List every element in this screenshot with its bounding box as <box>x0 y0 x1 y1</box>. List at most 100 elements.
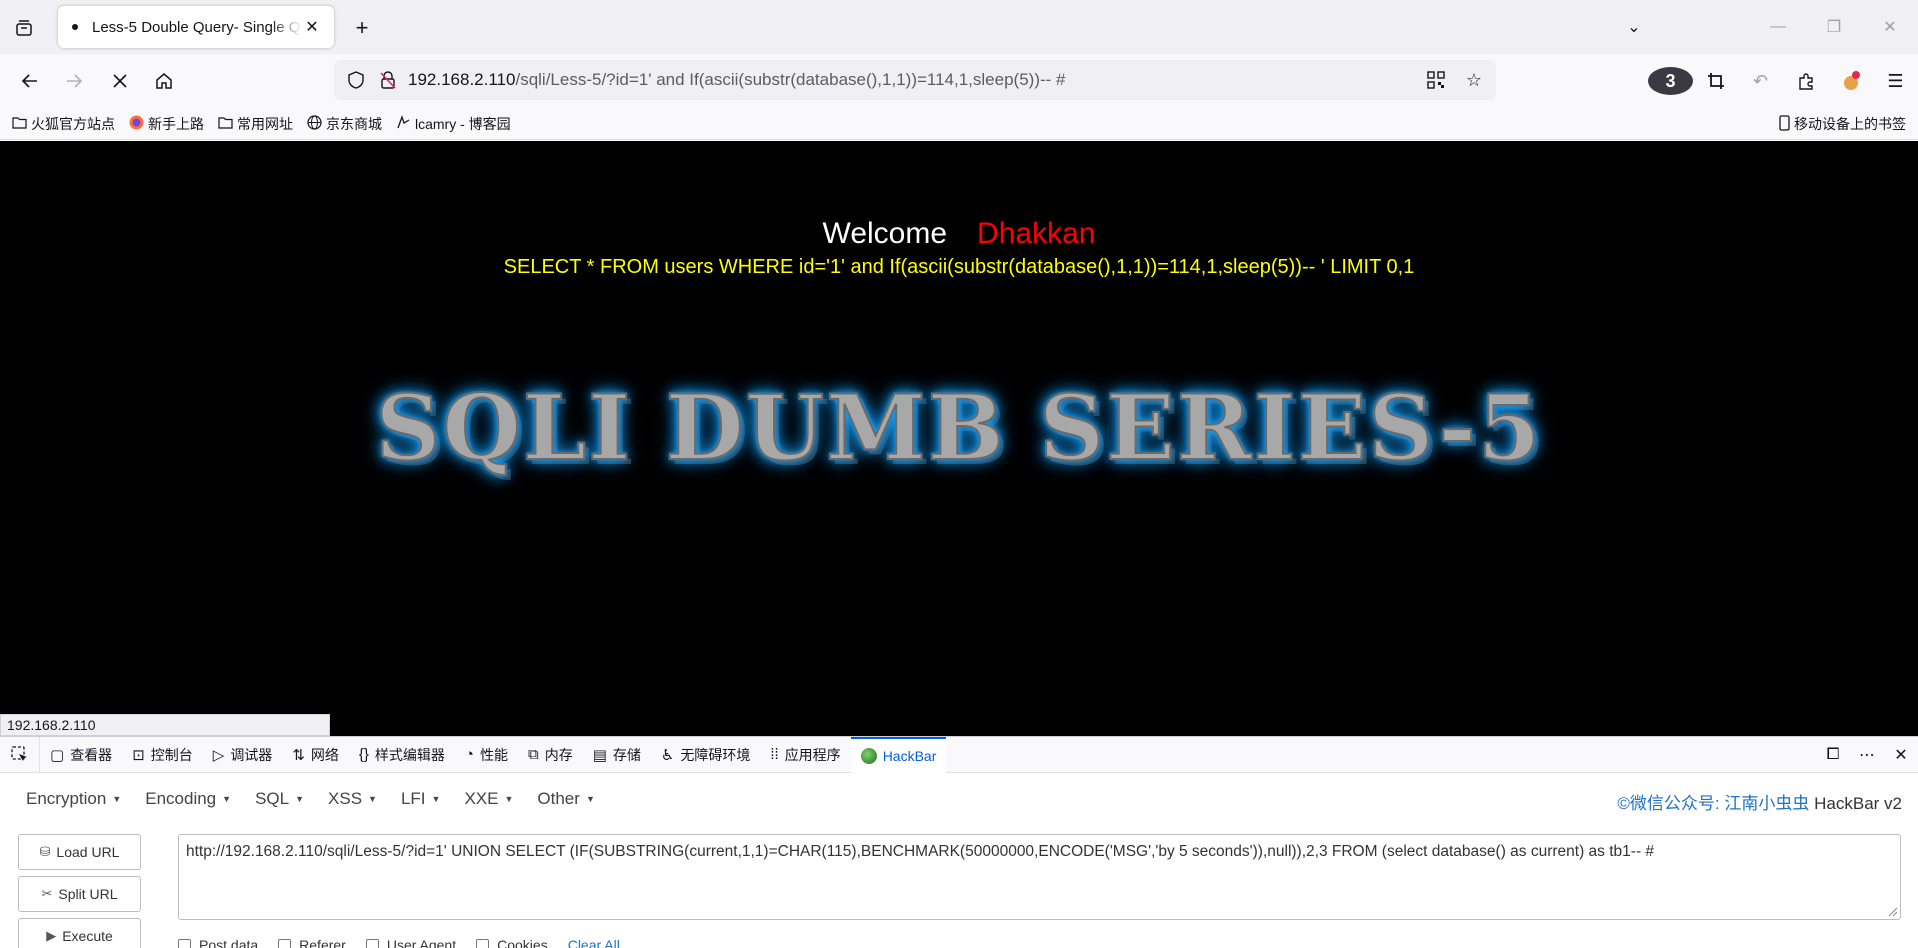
tab-accessibility[interactable]: ♿ 无障碍环境 <box>651 737 760 773</box>
extension-avatar-icon[interactable] <box>1828 67 1873 95</box>
user-agent-checkbox[interactable]: User Agent <box>365 937 457 948</box>
url-textarea-value: http://192.168.2.110/sqli/Less-5/?id=1' … <box>186 843 1655 860</box>
resize-handle-icon[interactable] <box>1886 905 1898 917</box>
bookmark-item[interactable]: 常用网址 <box>218 114 293 134</box>
window-controls: ⌄ — ❐ ✕ <box>1614 0 1918 54</box>
tab-inspector[interactable]: ▢ 查看器 <box>40 737 122 773</box>
puzzle-icon[interactable] <box>1783 67 1828 95</box>
devtools-actions: ⧠ ⋯ ✕ <box>1816 737 1918 773</box>
navigation-toolbar: 192.168.2.110/sqli/Less-5/?id=1' and If(… <box>0 54 1918 108</box>
tab-debugger[interactable]: ▷ 调试器 <box>203 737 283 773</box>
menu-encoding[interactable]: Encoding ▼ <box>133 789 243 809</box>
clear-all-link[interactable]: Clear All <box>568 937 620 948</box>
memory-icon: ⧉ <box>527 746 539 763</box>
crop-icon[interactable] <box>1693 67 1738 95</box>
menu-icon[interactable]: ☰ <box>1873 67 1918 95</box>
menu-sql[interactable]: SQL ▼ <box>243 789 316 809</box>
referer-checkbox[interactable]: Referer <box>278 937 346 948</box>
brand-name: HackBar v2 <box>1814 794 1902 813</box>
menu-label: Encoding <box>145 789 217 808</box>
address-bar[interactable]: 192.168.2.110/sqli/Less-5/?id=1' and If(… <box>334 60 1496 100</box>
load-icon: ⛁ <box>39 844 51 859</box>
tab-label: 调试器 <box>230 746 273 763</box>
braces-icon: {} <box>358 746 369 763</box>
menu-encryption[interactable]: Encryption ▼ <box>14 789 133 809</box>
home-icon[interactable] <box>150 67 178 95</box>
tab-hackbar[interactable]: HackBar <box>850 736 947 773</box>
active-tab[interactable]: Less-5 Double Query- Single Quotes- Stri… <box>58 6 334 48</box>
bookmark-star-icon[interactable]: ☆ <box>1462 68 1486 92</box>
checkbox-box[interactable] <box>476 938 490 948</box>
tab-overview-icon[interactable] <box>10 14 38 42</box>
menu-xss[interactable]: XSS ▼ <box>316 789 389 809</box>
caret-down-icon: ▼ <box>585 794 595 804</box>
more-options-icon[interactable]: ⋯ <box>1850 745 1884 765</box>
menu-label: SQL <box>255 789 290 808</box>
series-banner: SQLI DUMB SERIES-5 <box>374 374 1543 482</box>
tab-style-editor[interactable]: {} 样式编辑器 <box>349 737 455 773</box>
tab-strip: Less-5 Double Query- Single Quotes- Stri… <box>0 0 1918 54</box>
back-icon[interactable] <box>16 67 44 95</box>
menu-label: LFI <box>400 789 426 808</box>
menu-lfi[interactable]: LFI ▼ <box>389 789 452 809</box>
mobile-bookmarks[interactable]: 移动设备上的书签 <box>1779 114 1906 134</box>
checkbox-box[interactable] <box>178 938 191 948</box>
bookmark-label: lcamry - 博客园 <box>415 115 511 132</box>
tab-close-icon[interactable]: ✕ <box>302 17 322 37</box>
checkbox-box[interactable] <box>365 938 379 948</box>
caret-down-icon: ▼ <box>368 794 377 804</box>
menu-xxe[interactable]: XXE ▼ <box>452 789 525 809</box>
menu-label: XSS <box>328 789 363 808</box>
hackbar-icon <box>860 747 877 764</box>
forward-icon[interactable] <box>60 67 88 95</box>
tab-network[interactable]: ⇅ 网络 <box>282 737 349 773</box>
shield-icon[interactable] <box>344 68 368 92</box>
insecure-lock-icon[interactable] <box>376 68 400 92</box>
hackbar-options: Post data Referer User Agent Cookies Cle… <box>178 937 620 948</box>
brand-link[interactable]: ©微信公众号: 江南小虫虫 <box>1617 794 1809 813</box>
load-url-button[interactable]: ⛁ Load URL <box>18 834 141 870</box>
undo-icon[interactable]: ↶ <box>1738 67 1783 95</box>
welcome-text: Welcome <box>822 217 948 250</box>
minimize-icon[interactable]: — <box>1750 18 1806 36</box>
execute-button[interactable]: ▶ Execute <box>18 918 141 948</box>
post-data-checkbox[interactable]: Post data <box>178 937 258 948</box>
devtools-tabs: ▢ 查看器 ⊡ 控制台 ▷ 调试器 ⇅ 网络 {} 样式编辑器 ◔ 性能 ⧉ 内存 ▤ 存储 ♿… <box>0 736 1918 773</box>
url-textarea[interactable]: http://192.168.2.110/sqli/Less-5/?id=1' … <box>178 834 1901 920</box>
menu-label: Other <box>537 789 580 808</box>
dock-icon[interactable]: ⧠ <box>1816 746 1850 764</box>
bookmark-item[interactable]: 新手上路 <box>129 114 204 134</box>
page-content: Welcome Dhakkan SELECT * FROM users WHERE… <box>0 141 1918 736</box>
tab-performance[interactable]: ◔ 性能 <box>455 737 518 773</box>
restore-icon[interactable]: ❐ <box>1806 17 1862 37</box>
tab-title: Less-5 Double Query- Single Quotes- Stri… <box>92 18 302 36</box>
tab-storage[interactable]: ▤ 存储 <box>583 737 651 773</box>
url-host: 192.168.2.110 <box>408 70 516 89</box>
mobile-bookmarks-label: 移动设备上的书签 <box>1794 116 1906 132</box>
tab-console[interactable]: ⊡ 控制台 <box>122 737 203 773</box>
tab-label: 内存 <box>544 746 573 763</box>
close-devtools-icon[interactable]: ✕ <box>1884 745 1918 765</box>
tab-application[interactable]: ⁞⁞ 应用程序 <box>760 737 850 773</box>
caret-down-icon: ▼ <box>112 794 122 804</box>
menu-other[interactable]: Other ▼ <box>525 789 606 809</box>
checkbox-label: User Agent <box>386 937 457 948</box>
tab-memory[interactable]: ⧉ 内存 <box>518 737 583 773</box>
qr-code-icon[interactable] <box>1424 68 1448 92</box>
list-all-tabs-icon[interactable]: ⌄ <box>1614 17 1654 37</box>
checkbox-box[interactable] <box>278 938 292 948</box>
bookmark-item[interactable]: 火狐官方站点 <box>12 114 115 134</box>
new-tab-icon[interactable]: + <box>348 14 376 42</box>
gauge-icon: ◔ <box>464 746 474 763</box>
caret-down-icon: ▼ <box>295 794 305 804</box>
close-window-icon[interactable]: ✕ <box>1862 17 1918 37</box>
bookmark-item[interactable]: 京东商城 <box>307 114 382 134</box>
bookmark-item[interactable]: lcamry - 博客园 <box>396 114 511 134</box>
stop-icon[interactable] <box>106 67 134 95</box>
split-url-button[interactable]: ✂ Split URL <box>18 876 141 912</box>
cookies-checkbox[interactable]: Cookies <box>476 937 548 948</box>
extensions-badge[interactable]: 3 <box>1648 67 1693 95</box>
element-picker-icon[interactable] <box>0 736 40 773</box>
bookmark-label: 新手上路 <box>148 115 204 132</box>
address-bar-actions: ☆ <box>1424 68 1486 92</box>
